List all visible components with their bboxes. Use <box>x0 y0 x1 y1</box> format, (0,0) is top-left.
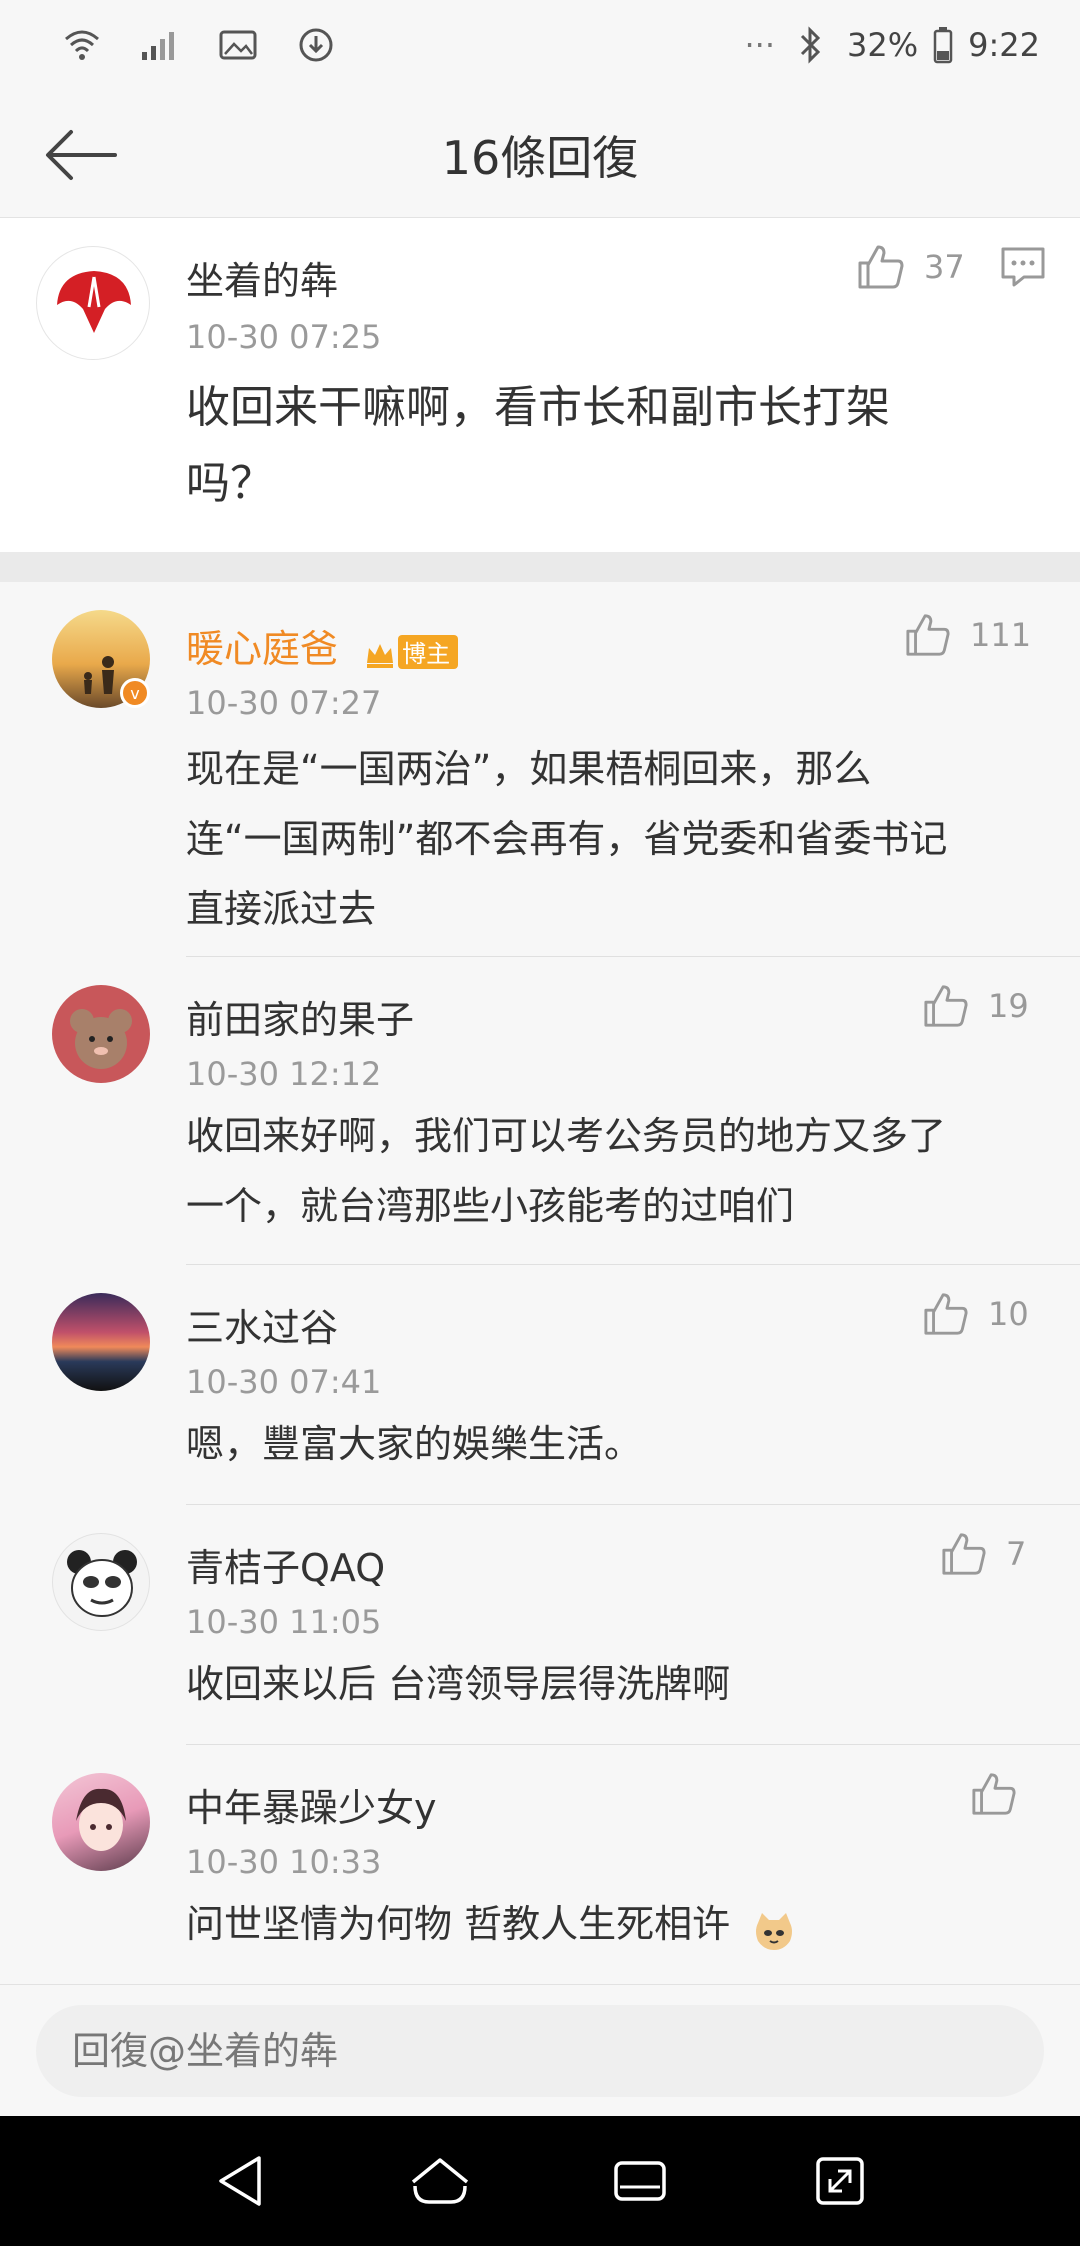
comment-time: 10-30 12:12 <box>186 1055 382 1093</box>
thumbs-up-icon <box>942 1533 986 1575</box>
nav-expand-button[interactable] <box>800 2141 880 2221</box>
commenter-name-text: 暖心庭爸 <box>186 627 339 671</box>
expand-nav-icon <box>816 2157 864 2205</box>
thumbs-up-icon <box>924 1293 968 1335</box>
comment-text-line: 连“一国两制”都不会再有，省党委和省委书记 <box>186 817 948 861</box>
comment-text: 收回来干嘛啊，看市长和副市长打架 吗？ <box>186 370 890 522</box>
bluetooth-icon <box>789 25 833 65</box>
like-button[interactable]: 111 <box>904 608 1031 662</box>
battery-percent: 32% <box>847 26 919 64</box>
commenter-name[interactable]: 三水过谷 <box>186 1297 338 1352</box>
list-item: 前田家的果子 10-30 12:12 19 收回来好啊，我们可以考公务员的地方又… <box>0 957 1080 1265</box>
status-time: 9:22 <box>968 26 1040 64</box>
section-divider <box>0 552 1080 582</box>
commenter-name[interactable]: 前田家的果子 <box>186 989 414 1044</box>
original-comment: 坐着的犇 10-30 07:25 37 收回来干嘛啊，看市长和副市长打架 吗？ <box>0 218 1080 552</box>
comment-text: 问世坚情为何物 哲教人生死相许 <box>186 1889 796 1959</box>
nav-home-button[interactable] <box>400 2141 480 2221</box>
comment-text: 现在是“一国两治”，如果梧桐回来，那么 连“一国两制”都不会再有，省党委和省委书… <box>186 734 947 944</box>
reply-input[interactable] <box>36 2005 1044 2097</box>
comment-text-line: 收回来干嘛啊，看市长和副市长打架 <box>186 382 890 433</box>
wifi-icon <box>60 25 104 65</box>
home-nav-icon <box>411 2158 469 2204</box>
recents-nav-icon <box>614 2161 666 2201</box>
commenter-name[interactable]: 中年暴躁少女y <box>186 1777 437 1832</box>
download-icon <box>294 25 338 65</box>
list-item: v 暖心庭爸 博主 10-30 07:27 111 现在是“一国两治”，如果梧桐… <box>0 582 1080 957</box>
like-button[interactable]: 37 <box>856 240 965 294</box>
like-button[interactable]: 10 <box>922 1287 1029 1341</box>
commenter-name[interactable]: 坐着的犇 <box>186 250 338 305</box>
status-dots: ··· <box>744 26 776 64</box>
comment-text: 嗯，豐富大家的娛樂生活。 <box>186 1409 642 1479</box>
avatar[interactable] <box>52 1293 150 1391</box>
reply-comment-button[interactable] <box>1000 240 1046 294</box>
thumbs-up-icon <box>924 985 968 1027</box>
comment-text-line: 吗？ <box>186 458 274 509</box>
avatar[interactable] <box>52 1773 150 1871</box>
signal-icon <box>138 25 182 65</box>
comment-time: 10-30 10:33 <box>186 1843 382 1881</box>
commenter-name[interactable]: 暖心庭爸 博主 <box>186 618 459 673</box>
system-nav-bar <box>0 2116 1080 2246</box>
nav-back-button[interactable] <box>200 2141 280 2221</box>
status-bar-left <box>60 25 338 65</box>
like-count: 19 <box>988 987 1029 1025</box>
comment-time: 10-30 11:05 <box>186 1603 382 1641</box>
thumbs-up-icon <box>858 245 904 289</box>
like-count: 37 <box>924 248 965 286</box>
list-item: 三水过谷 10-30 07:41 10 嗯，豐富大家的娛樂生活。 <box>0 1265 1080 1505</box>
gallery-icon <box>216 25 260 65</box>
avatar[interactable] <box>52 985 150 1083</box>
status-bar-right: ··· 32% 9:22 <box>745 25 1041 65</box>
like-count: 7 <box>1006 1535 1027 1573</box>
thumbs-up-icon <box>972 1773 1016 1815</box>
like-count: 111 <box>970 616 1032 654</box>
list-item: 中年暴躁少女y 10-30 10:33 问世坚情为何物 哲教人生死相许 <box>0 1745 1080 1985</box>
avatar[interactable] <box>52 1533 150 1631</box>
page-title: 16條回復 <box>441 131 639 185</box>
comment-text-line: 嗯，豐富大家的娛樂生活。 <box>186 1422 643 1466</box>
battery-icon <box>932 25 954 65</box>
like-button[interactable]: 19 <box>922 979 1029 1033</box>
comment-text-line: 现在是“一国两治”，如果梧桐回来，那么 <box>186 747 872 791</box>
vip-crown-icon <box>364 636 396 668</box>
comment-text: 收回来好啊，我们可以考公务员的地方又多了 一个，就台湾那些小孩能考的过咱们 <box>186 1101 946 1241</box>
comment-text-line: 收回来好啊，我们可以考公务员的地方又多了 <box>186 1114 947 1158</box>
comment-time: 10-30 07:27 <box>186 684 382 722</box>
nav-recents-button[interactable] <box>600 2141 680 2221</box>
blogger-badge: 博主 <box>398 634 459 669</box>
verified-icon: v <box>120 678 150 708</box>
avatar[interactable] <box>36 246 150 360</box>
thumbs-up-icon <box>906 614 950 656</box>
comment-icon <box>1001 247 1045 287</box>
cat-emoji-icon <box>752 1905 796 1950</box>
header: 16條回復 <box>0 90 1080 218</box>
like-button[interactable] <box>970 1767 1036 1821</box>
comment-text: 收回来以后 台湾领导层得洗牌啊 <box>186 1649 730 1719</box>
reply-input-bar <box>0 1984 1080 2116</box>
comment-time: 10-30 07:41 <box>186 1363 382 1401</box>
list-item: 青桔子QAQ 10-30 11:05 7 收回来以后 台湾领导层得洗牌啊 <box>0 1505 1080 1745</box>
reply-list: v 暖心庭爸 博主 10-30 07:27 111 现在是“一国两治”，如果梧桐… <box>0 582 1080 1982</box>
back-nav-icon <box>219 2156 261 2206</box>
comment-time: 10-30 07:25 <box>186 318 382 356</box>
comment-text-line: 问世坚情为何物 哲教人生死相许 <box>186 1902 731 1946</box>
comment-text-line: 直接派过去 <box>186 887 377 931</box>
status-bar: ··· 32% 9:22 <box>0 0 1080 90</box>
commenter-name[interactable]: 青桔子QAQ <box>186 1537 385 1592</box>
like-button[interactable]: 7 <box>940 1527 1026 1581</box>
like-count: 10 <box>988 1295 1029 1333</box>
comment-text-line: 一个，就台湾那些小孩能考的过咱们 <box>186 1184 795 1228</box>
comment-text-line: 收回来以后 台湾领导层得洗牌啊 <box>186 1662 731 1706</box>
